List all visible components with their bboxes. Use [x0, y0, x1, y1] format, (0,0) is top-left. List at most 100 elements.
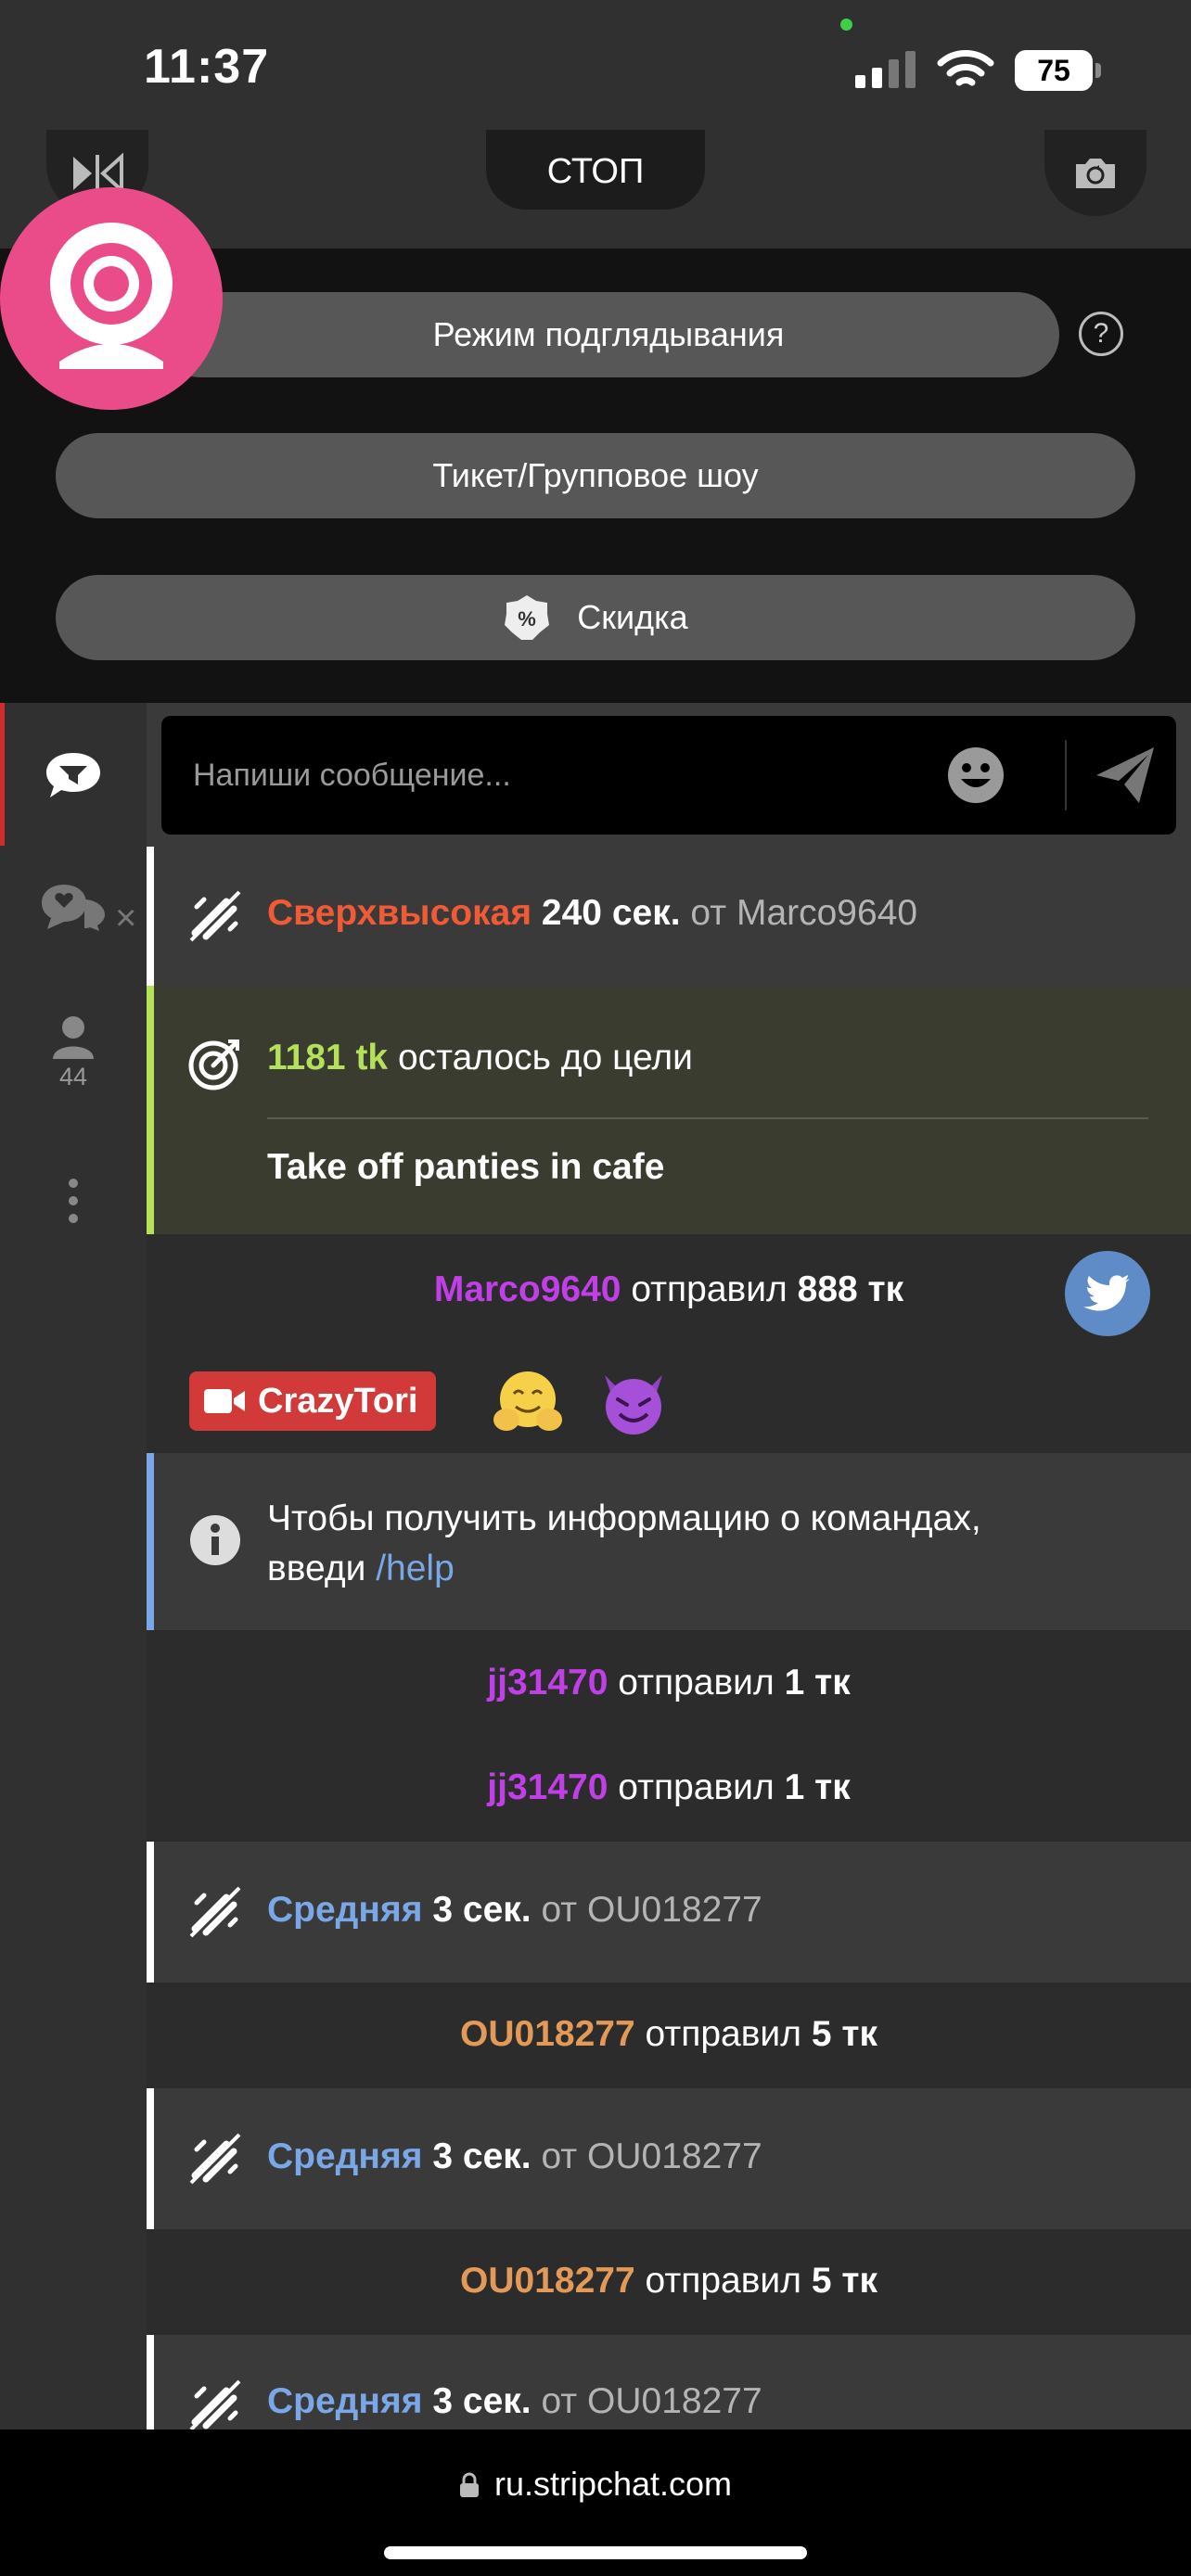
status-time: 11:37 — [144, 40, 270, 94]
list-item: Средняя 3 сек. от OU018277 — [147, 2335, 1191, 2429]
model-name: CrazyTori — [258, 1381, 418, 1421]
username[interactable]: OU018277 — [460, 2261, 635, 2301]
username[interactable]: OU018277 — [460, 2014, 635, 2054]
tip-amount: 1 тк — [784, 1767, 851, 1807]
chat-sidebar: × 44 — [0, 703, 147, 2429]
username[interactable]: OU018277 — [587, 2136, 762, 2176]
url-display[interactable]: ru.stripchat.com — [0, 2465, 1191, 2504]
tip-verb: отправил — [618, 1663, 775, 1702]
webcam-logo-icon — [50, 223, 173, 369]
target-icon — [188, 1039, 239, 1090]
hearts-chat-icon — [42, 885, 105, 931]
goal-amount: 1181 tk — [267, 1038, 389, 1078]
username[interactable]: OU018277 — [587, 2381, 762, 2421]
smiling-devil-emoji-icon — [605, 1375, 662, 1435]
tip-message: OU018277 отправил 5 тк — [147, 2229, 1191, 2335]
vibration-level: Сверхвысокая — [267, 893, 532, 933]
goal-text: осталось до цели — [397, 1038, 693, 1078]
vibration-duration: 3 сек. — [432, 1890, 531, 1930]
chat-panel: Сверхвысокая 240 сек. от Marco9640 1181 … — [147, 703, 1191, 2429]
tip-amount: 1 тк — [784, 1663, 851, 1702]
tip-message: jj31470 отправил 1 тк — [147, 1631, 1191, 1736]
from-word: от — [541, 2136, 578, 2176]
close-icon[interactable]: × — [115, 898, 136, 939]
vibration-icon — [189, 1886, 241, 1938]
emoji-icon[interactable] — [946, 746, 1005, 805]
help-command-link[interactable]: /help — [376, 1549, 455, 1588]
info-text: Чтобы получить информацию о командах, вв… — [267, 1494, 981, 1594]
camera-indicator-dot — [840, 19, 852, 31]
list-item: Сверхвысокая 240 сек. от Marco9640 — [147, 847, 1191, 986]
username[interactable]: Marco9640 — [736, 893, 917, 933]
sidebar-item-users[interactable]: 44 — [0, 1014, 147, 1091]
info-line-1: Чтобы получить информацию о командах, — [267, 1498, 981, 1538]
tip-message: OU018277 отправил 5 тк — [147, 1983, 1191, 2088]
discount-badge-icon: % — [505, 595, 550, 640]
vibration-level: Средняя — [267, 2381, 423, 2421]
svg-text:%: % — [519, 607, 537, 631]
video-camera-icon — [204, 1389, 245, 1413]
goal-divider — [267, 1117, 1148, 1119]
url-domain: ru.stripchat.com — [493, 2465, 733, 2503]
switch-camera-button[interactable] — [1044, 130, 1146, 216]
tip-verb: отправил — [645, 2014, 801, 2054]
home-indicator — [384, 2546, 807, 2559]
message-input[interactable] — [193, 716, 898, 835]
wifi-icon — [937, 50, 994, 86]
battery-icon: 75 — [1015, 50, 1102, 91]
username[interactable]: Marco9640 — [434, 1269, 621, 1309]
tip-verb: отправил — [645, 2261, 801, 2301]
vibration-message: Средняя 3 сек. от OU018277 — [267, 2136, 762, 2177]
model-tag[interactable]: CrazyTori — [189, 1371, 437, 1431]
tip-text: OU018277 отправил 5 тк — [147, 2014, 1191, 2055]
tip-text: Marco9640 отправил 888 тк — [147, 1269, 1191, 1310]
username[interactable]: OU018277 — [587, 1890, 762, 1930]
tip-text: OU018277 отправил 5 тк — [147, 2261, 1191, 2302]
cellular-signal-icon — [855, 51, 916, 88]
tip-amount: 5 тк — [811, 2014, 877, 2054]
send-icon[interactable] — [1093, 744, 1158, 807]
tip-verb: отправил — [631, 1269, 788, 1309]
users-count: 44 — [58, 1063, 88, 1090]
tip-text: jj31470 отправил 1 тк — [147, 1767, 1191, 1808]
tip-verb: отправил — [618, 1767, 775, 1807]
peek-mode-button[interactable]: Режим подглядывания — [158, 292, 1059, 377]
twitter-icon — [1083, 1275, 1130, 1311]
info-line-2-text: введи — [267, 1549, 366, 1588]
message-composer — [161, 716, 1176, 835]
vibration-icon — [189, 2379, 241, 2429]
browser-url-bar[interactable]: ru.stripchat.com — [0, 2429, 1191, 2576]
hugging-emoji-icon — [493, 1371, 562, 1431]
stop-button[interactable]: СТОП — [486, 130, 705, 210]
vibration-duration: 240 сек. — [541, 893, 681, 933]
list-item: Средняя 3 сек. от OU018277 — [147, 1842, 1191, 1983]
sidebar-item-public-chat[interactable] — [0, 703, 147, 846]
lock-icon — [459, 2472, 479, 2497]
from-word: от — [690, 893, 727, 933]
vibration-level: Средняя — [267, 2136, 423, 2176]
vibration-message: Сверхвысокая 240 сек. от Marco9640 — [267, 893, 917, 934]
sidebar-more-button[interactable] — [0, 1178, 147, 1224]
info-line-2: введи /help — [267, 1544, 981, 1594]
username[interactable]: jj31470 — [487, 1663, 608, 1702]
goal-card: 1181 tk осталось до цели Take off pantie… — [147, 986, 1191, 1234]
status-bar: 11:37 75 — [0, 0, 1191, 130]
composer-divider — [1065, 740, 1067, 810]
vibration-duration: 3 сек. — [432, 2136, 531, 2176]
site-logo — [0, 187, 223, 410]
discount-button[interactable]: % Скидка — [56, 575, 1135, 660]
camera-rotate-icon — [1076, 158, 1115, 188]
vibration-icon — [189, 890, 241, 942]
user-icon — [53, 1016, 94, 1059]
twitter-share-button[interactable] — [1065, 1251, 1150, 1336]
chat-bubble-icon — [46, 753, 100, 797]
vibration-duration: 3 сек. — [432, 2381, 531, 2421]
help-icon[interactable]: ? — [1079, 312, 1123, 356]
vibration-level: Средняя — [267, 1890, 423, 1930]
goal-title: Take off panties in cafe — [267, 1147, 665, 1187]
ticket-group-show-button[interactable]: Тикет/Групповое шоу — [56, 433, 1135, 518]
username[interactable]: jj31470 — [487, 1767, 608, 1807]
goal-progress: 1181 tk осталось до цели — [267, 1038, 693, 1078]
tip-amount: 5 тк — [811, 2261, 877, 2301]
tip-amount: 888 тк — [797, 1269, 904, 1309]
